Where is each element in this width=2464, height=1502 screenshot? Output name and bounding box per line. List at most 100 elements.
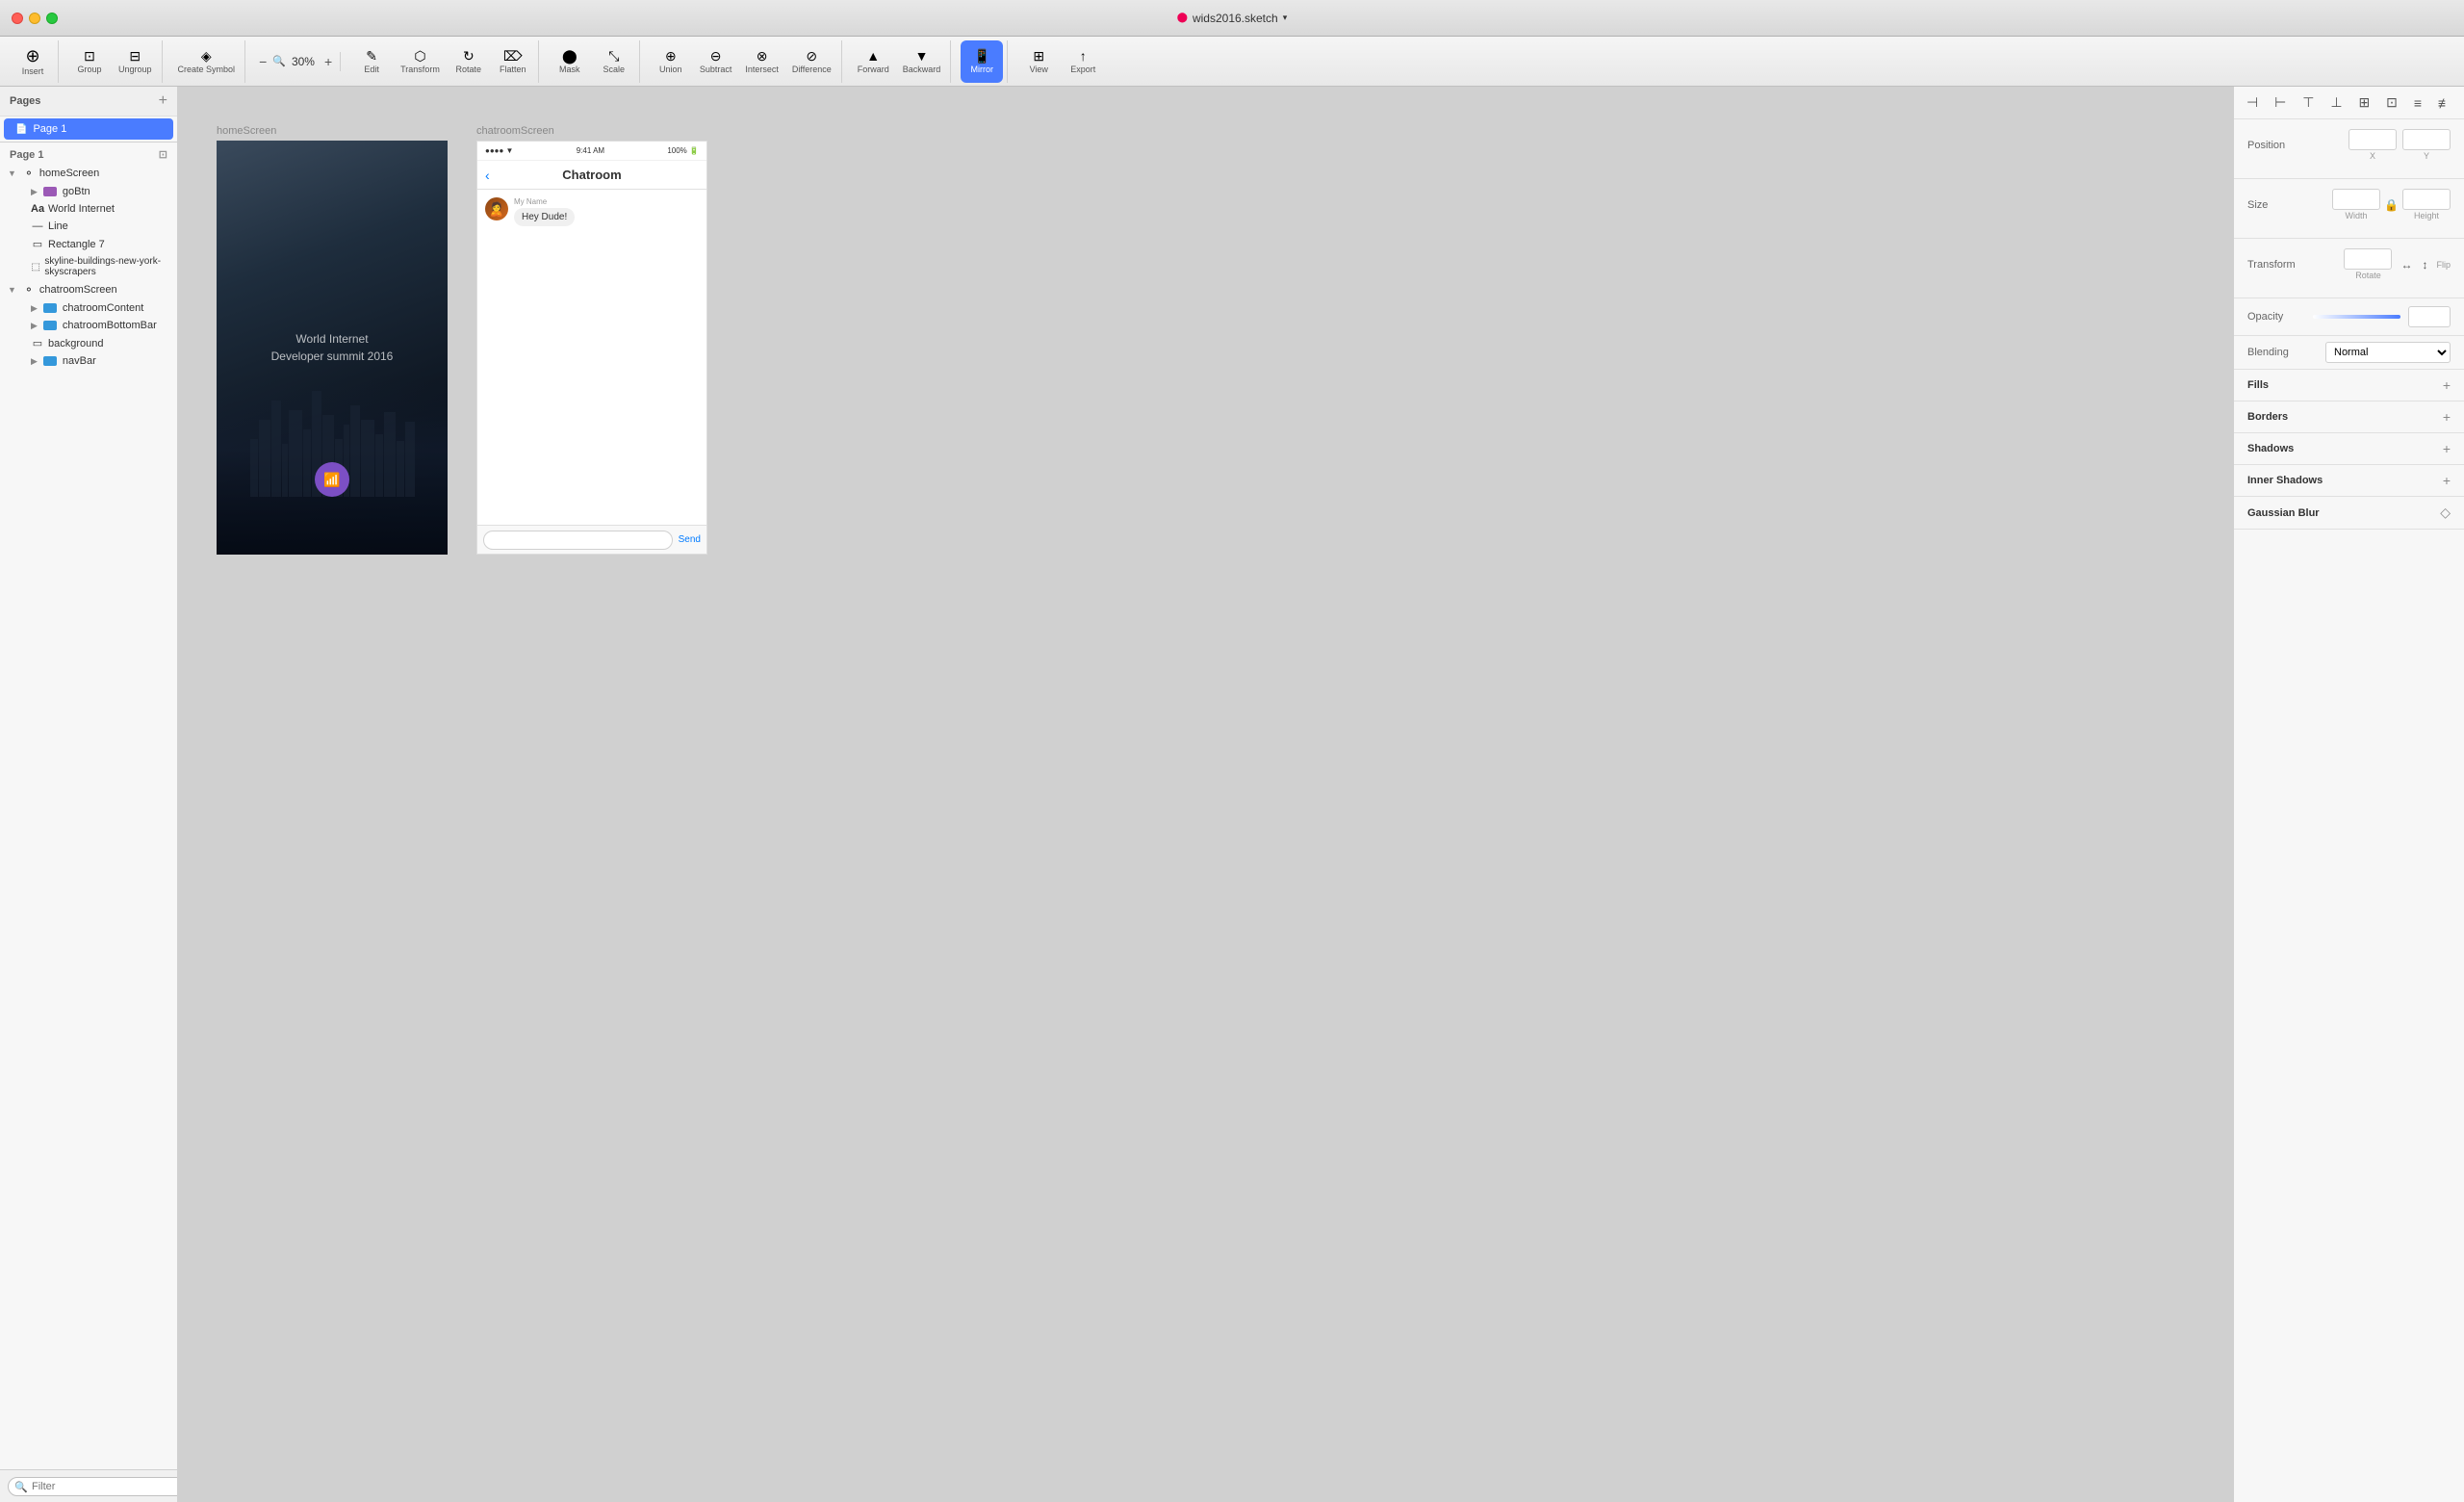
layer-world-internet[interactable]: Aa World Internet	[0, 200, 177, 218]
gaussian-blur-section-header[interactable]: Gaussian Blur ◇	[2234, 497, 2464, 530]
zoom-out-button[interactable]: −	[255, 52, 270, 71]
x-label: X	[2348, 151, 2397, 161]
shadows-add-button[interactable]: +	[2443, 441, 2451, 456]
layer-skyline[interactable]: ⬚ skyline-buildings-new-york-skyscrapers	[0, 253, 177, 280]
export-button[interactable]: ↑ Export	[1062, 40, 1104, 83]
fills-add-button[interactable]: +	[2443, 377, 2451, 393]
chat-nav: ‹ Chatroom	[477, 161, 706, 190]
main-area: Pages + 📄 Page 1 Page 1 ⊡ ▼ ⚬ homeScreen	[0, 87, 2464, 1502]
chatroom-artboard-container: chatroomScreen ●●●● ▼ 9:41 AM 100% 🔋 ‹ C…	[476, 125, 707, 555]
back-button[interactable]: ‹	[485, 168, 490, 183]
current-page-label: Page 1	[10, 149, 43, 161]
time-display: 9:41 AM	[577, 146, 604, 155]
fills-section-header[interactable]: Fills +	[2234, 370, 2464, 401]
x-input[interactable]	[2348, 129, 2397, 150]
home-bg: World Internet Developer summit 2016 📶	[217, 141, 448, 555]
view-button[interactable]: ⊞ View	[1017, 40, 1060, 83]
mask-button[interactable]: ⬤ Mask	[549, 40, 591, 83]
subtract-button[interactable]: ⊖ Subtract	[694, 40, 738, 83]
borders-section-header[interactable]: Borders +	[2234, 401, 2464, 433]
height-input[interactable]	[2402, 189, 2451, 210]
layer-background[interactable]: ▭ background	[0, 334, 177, 352]
close-button[interactable]	[12, 13, 23, 24]
scale-button[interactable]: ⤡ Scale	[593, 40, 635, 83]
boolean-group: ⊕ Union ⊖ Subtract ⊗ Intersect ⊘ Differe…	[646, 40, 842, 83]
flatten-icon: ⌦	[503, 49, 523, 63]
page-item-1[interactable]: 📄 Page 1	[4, 118, 173, 140]
borders-add-button[interactable]: +	[2443, 409, 2451, 425]
gaussian-blur-title: Gaussian Blur	[2247, 507, 2320, 519]
difference-button[interactable]: ⊘ Difference	[786, 40, 837, 83]
align-right-button[interactable]: ⊤	[2299, 92, 2317, 113]
mirror-button[interactable]: 📱 Mirror	[961, 40, 1003, 83]
y-label: Y	[2402, 151, 2451, 161]
zoom-control: 🔍 30%	[272, 55, 319, 68]
mask-icon: ⬤	[562, 49, 578, 63]
layer-gobtn[interactable]: ▶ goBtn	[0, 183, 177, 200]
layer-navbar[interactable]: ▶ navBar	[0, 352, 177, 370]
align-center-h-button[interactable]: ⊢	[2272, 92, 2289, 113]
filter-input[interactable]	[8, 1477, 178, 1496]
flip-buttons: ↔ ↕	[2398, 256, 2430, 273]
backward-button[interactable]: ▼ Backward	[897, 40, 947, 83]
layer-chatroomscreen[interactable]: ▼ ⚬ chatroomScreen	[0, 280, 177, 299]
layer-rectangle7[interactable]: ▭ Rectangle 7	[0, 235, 177, 253]
chat-send-button[interactable]: Send	[679, 534, 701, 545]
layer-homescreen[interactable]: ▼ ⚬ homeScreen	[0, 164, 177, 183]
align-top-button[interactable]: ⊥	[2327, 92, 2345, 113]
opacity-row: Opacity	[2234, 298, 2464, 336]
canvas-area[interactable]: homeScreen	[178, 87, 2233, 1502]
position-section: Position X Y	[2234, 119, 2464, 179]
mirror-group: 📱 Mirror	[957, 40, 1008, 83]
opacity-label: Opacity	[2247, 311, 2305, 323]
rotate-input[interactable]	[2344, 248, 2392, 270]
forward-icon: ▲	[866, 49, 880, 63]
flip-h-button[interactable]: ↔	[2398, 256, 2415, 273]
y-input[interactable]	[2402, 129, 2451, 150]
gaussian-blur-toggle[interactable]: ◇	[2440, 505, 2451, 521]
edit-group: ✎ Edit ⬡ Transform ↻ Rotate ⌦ Flatten	[346, 40, 539, 83]
opacity-input[interactable]	[2408, 306, 2451, 327]
collapse-arrow: ▶	[31, 187, 38, 197]
message-sender: My Name	[514, 197, 575, 206]
position-label: Position	[2247, 140, 2305, 151]
align-bottom-button[interactable]: ⊡	[2383, 92, 2400, 113]
home-fab-button: 📶	[315, 462, 349, 497]
chat-text-input[interactable]	[483, 531, 673, 550]
layer-chatroom-bottombar[interactable]: ▶ chatroomBottomBar	[0, 317, 177, 334]
scale-icon: ⤡	[608, 49, 619, 63]
pages-header: Pages +	[0, 87, 177, 117]
union-button[interactable]: ⊕ Union	[650, 40, 692, 83]
minimize-button[interactable]	[29, 13, 40, 24]
dist-h-button[interactable]: ≡	[2411, 93, 2425, 113]
intersect-button[interactable]: ⊗ Intersect	[739, 40, 784, 83]
group-icon: ⚬	[22, 167, 36, 180]
opacity-slider[interactable]	[2313, 315, 2400, 319]
group-button[interactable]: ⊡ Group	[68, 40, 111, 83]
width-input[interactable]	[2332, 189, 2380, 210]
chat-bubble: Hey Dude!	[514, 208, 575, 226]
align-center-v-button[interactable]: ⊞	[2356, 92, 2374, 113]
edit-button[interactable]: ✎ Edit	[350, 40, 393, 83]
zoom-in-button[interactable]: +	[321, 52, 336, 71]
insert-button[interactable]: ⊕ Insert	[12, 40, 54, 83]
align-left-button[interactable]: ⊣	[2244, 92, 2261, 113]
create-symbol-button[interactable]: ◈ Create Symbol	[172, 40, 242, 83]
blending-select[interactable]: Normal	[2325, 342, 2451, 363]
x-input-wrap: X	[2348, 129, 2397, 161]
width-wrap: Width	[2332, 189, 2380, 220]
transform-button[interactable]: ⬡ Transform	[395, 40, 446, 83]
flip-v-button[interactable]: ↕	[2419, 256, 2430, 273]
layer-line[interactable]: — Line	[0, 218, 177, 235]
shadows-section-header[interactable]: Shadows +	[2234, 433, 2464, 465]
dist-v-button[interactable]: ≢	[2435, 93, 2454, 113]
ungroup-button[interactable]: ⊟ Ungroup	[113, 40, 158, 83]
rotate-button[interactable]: ↻ Rotate	[448, 40, 490, 83]
inner-shadows-section-header[interactable]: Inner Shadows +	[2234, 465, 2464, 497]
maximize-button[interactable]	[46, 13, 58, 24]
flatten-button[interactable]: ⌦ Flatten	[492, 40, 534, 83]
forward-button[interactable]: ▲ Forward	[852, 40, 895, 83]
layer-chatroom-content[interactable]: ▶ chatroomContent	[0, 299, 177, 317]
add-page-button[interactable]: +	[159, 92, 167, 110]
inner-shadows-add-button[interactable]: +	[2443, 473, 2451, 488]
